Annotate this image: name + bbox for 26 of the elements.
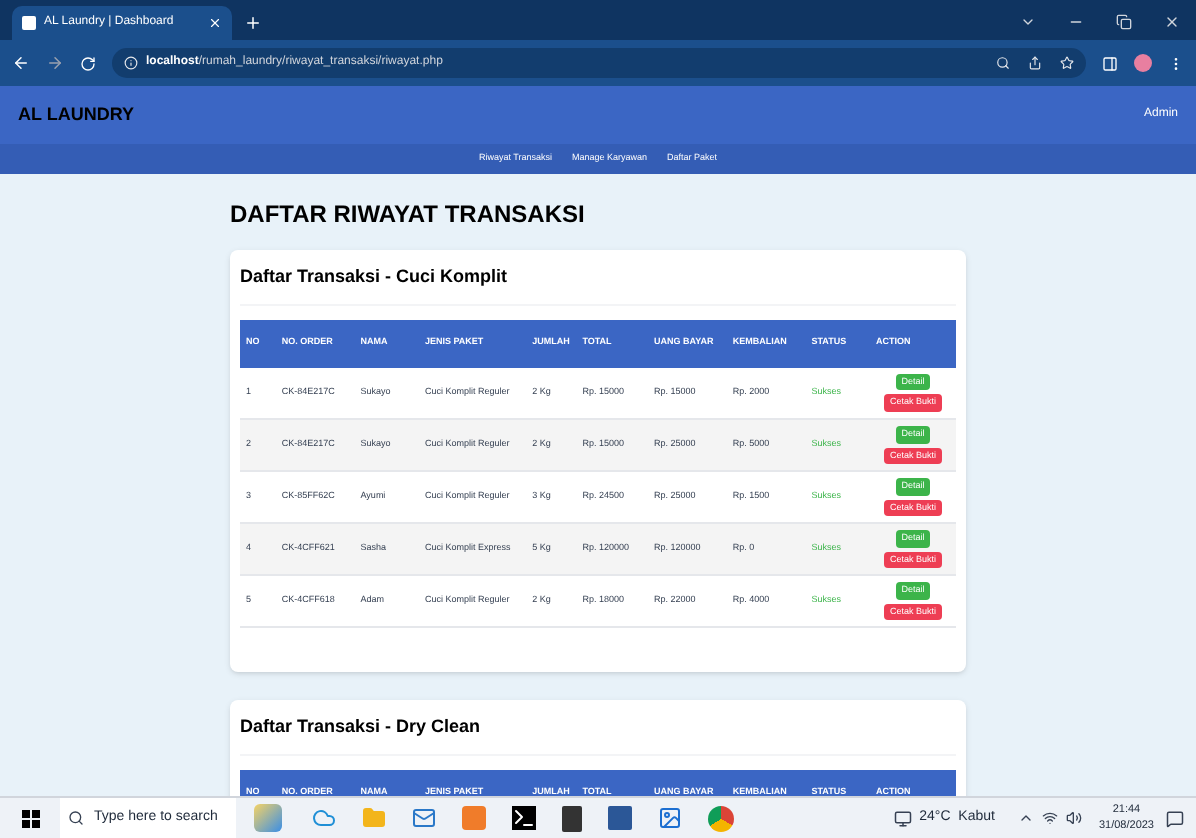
page-title: DAFTAR RIWAYAT TRANSAKSI	[230, 198, 587, 232]
brand-title[interactable]: AL LAUNDRY	[18, 101, 134, 129]
favicon-icon	[22, 16, 36, 30]
close-icon[interactable]	[208, 16, 222, 30]
restore-icon[interactable]	[1116, 14, 1132, 30]
network-icon[interactable]	[1042, 810, 1059, 826]
info-icon	[124, 56, 138, 70]
section-title: Daftar Transaksi - Dry Clean	[240, 714, 956, 755]
bookmark-icon[interactable]	[1060, 56, 1074, 70]
terminal-icon[interactable]	[512, 806, 536, 830]
share-icon[interactable]	[1028, 56, 1042, 70]
close-window-icon[interactable]	[1164, 14, 1180, 30]
reload-icon[interactable]	[80, 55, 96, 71]
tray-icon[interactable]	[1018, 810, 1035, 826]
back-icon[interactable]	[12, 54, 30, 72]
new-tab-icon[interactable]	[244, 14, 262, 32]
section-title: Daftar Transaksi - Cuci Komplit	[240, 264, 956, 305]
notification-icon[interactable]	[1166, 809, 1184, 827]
forward-icon[interactable]	[46, 54, 64, 72]
volume-icon[interactable]	[1066, 810, 1083, 826]
side-panel-icon[interactable]	[1102, 55, 1118, 71]
zoom-icon[interactable]	[996, 56, 1010, 70]
search-icon	[68, 810, 84, 826]
profile-avatar[interactable]	[1134, 54, 1152, 72]
mail-icon[interactable]	[412, 806, 436, 830]
photos-icon[interactable]	[658, 806, 682, 830]
